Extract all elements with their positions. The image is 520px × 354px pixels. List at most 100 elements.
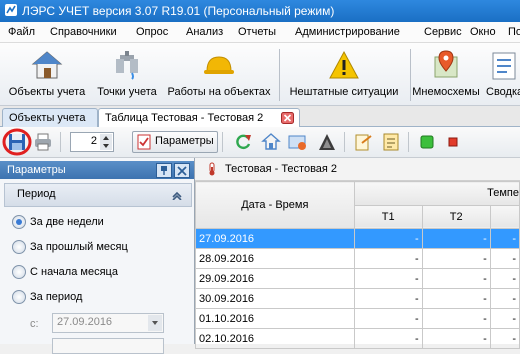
save-icon[interactable] [6,131,28,153]
app-icon [5,4,17,16]
table-row[interactable]: 27.09.2016 - - - [195,228,520,249]
close-panel-icon[interactable] [174,163,190,178]
cell-t2: - [421,268,491,289]
column-header-t1[interactable]: T1 [353,204,423,229]
column-group-header: Темпе [353,181,520,206]
map-pin-icon [434,50,458,78]
from-date-field[interactable]: 27.09.2016 [52,313,164,333]
start-icon[interactable] [416,131,438,153]
radio-two-weeks-label[interactable]: За две недели [30,216,104,228]
works-button[interactable]: Работы на объектах [164,45,274,103]
parameters-panel-title: Параметры [7,164,66,176]
table-row[interactable]: 29.09.2016 - - - [195,268,520,289]
menu-bar: Файл Справочники Опрос Анализ Отчеты Адм… [0,22,520,43]
depth-spinner[interactable]: 2 [70,132,114,152]
to-date-field[interactable] [52,338,164,354]
tab-table-label: Таблица Тестовая - Тестовая 2 [105,112,264,124]
cell-t1: - [353,248,423,269]
export-icon[interactable] [352,131,374,153]
menu-poll[interactable]: Опрос [136,26,168,38]
cell-date: 29.09.2016 [195,268,355,289]
menu-help[interactable]: По [508,26,520,38]
params-button[interactable]: Параметры [132,131,218,153]
thermometer-icon [209,162,215,176]
table-toolbar: 2 Параметры [0,127,520,158]
points-button[interactable]: Точки учета [92,45,162,103]
cell-date: 01.10.2016 [195,308,355,329]
toolbar-separator [60,132,61,152]
menu-service[interactable]: Сервис [424,26,462,38]
cell-t1: - [353,328,423,349]
cell-t1: - [353,268,423,289]
print-icon[interactable] [32,131,54,153]
objects-label: Объекты учета [8,86,86,98]
tap-icon [116,51,138,80]
period-group-label: Период [17,188,56,200]
chart-icon[interactable] [316,131,338,153]
parameters-panel-header: Параметры [0,161,194,179]
table-settings-icon[interactable] [380,131,402,153]
cell-t1: - [353,288,423,309]
radio-last-month-label[interactable]: За прошлый месяц [30,241,128,253]
title-bar: ЛЭРС УЧЕТ версия 3.07 R19.01 (Персональн… [0,0,520,22]
menu-reports[interactable]: Отчеты [238,26,276,38]
menu-window[interactable]: Окно [470,26,496,38]
params-label: Параметры [155,135,214,147]
menu-administration[interactable]: Администрирование [295,26,400,38]
refresh-icon[interactable] [232,131,254,153]
toolbar-separator [344,132,345,152]
cell-t3: - [489,328,520,349]
object-link-icon[interactable] [286,131,308,153]
parameters-panel: Параметры Период За две недели За прошлы… [0,158,195,354]
close-tab-icon[interactable] [281,112,294,124]
table-row[interactable]: 28.09.2016 - - - [195,248,520,269]
cell-date: 02.10.2016 [195,328,355,349]
cell-t3: - [489,248,520,269]
menu-references[interactable]: Справочники [50,26,117,38]
tab-objects-label: Объекты учета [9,112,86,124]
cell-date: 30.09.2016 [195,288,355,309]
radio-month-start-label[interactable]: С начала месяца [30,266,118,278]
radio-period[interactable] [12,286,26,310]
chevron-up-icon[interactable] [171,190,183,200]
tab-strip: Объекты учета Таблица Тестовая - Тестова… [0,106,520,128]
column-header-t2[interactable]: T2 [421,204,491,229]
menu-file[interactable]: Файл [8,26,35,38]
cell-t3: - [489,308,520,329]
radio-period-label[interactable]: За период [30,291,82,303]
menu-analysis[interactable]: Анализ [186,26,223,38]
table-row[interactable]: 01.10.2016 - - - [195,308,520,329]
hardhat-icon [204,56,234,74]
cell-t2: - [421,288,491,309]
mnemo-button[interactable]: Мнемосхемы [412,45,480,103]
table-row[interactable]: 30.09.2016 - - - [195,288,520,309]
from-label: с: [30,318,39,330]
radio-circle [12,240,26,254]
column-header-datetime[interactable]: Дата - Время [195,181,355,229]
tab-objects[interactable]: Объекты учета [2,108,98,127]
column-header-extra [489,204,520,229]
table-title-bar: Тестовая - Тестовая 2 [195,158,520,181]
points-label: Точки учета [97,86,157,98]
chevron-down-icon[interactable] [148,315,162,331]
summary-button[interactable]: Сводка [482,45,520,103]
radio-two-weeks[interactable] [12,211,26,235]
table-row[interactable]: 02.10.2016 - - - [195,328,520,349]
tab-table[interactable]: Таблица Тестовая - Тестовая 2 [98,108,300,128]
summary-icon [492,52,516,80]
incidents-button[interactable]: Нештатные ситуации [284,45,404,103]
objects-button[interactable]: Объекты учета [2,45,92,103]
cell-t2: - [421,228,491,249]
radio-month-start[interactable] [12,261,26,285]
pin-icon[interactable] [156,163,172,178]
toolbar-separator [222,132,223,152]
stop-icon[interactable] [442,131,464,153]
checklist-icon [137,134,151,150]
summary-label: Сводка [486,86,520,98]
home-icon[interactable] [260,131,282,153]
period-group-header[interactable]: Период [4,183,192,207]
radio-last-month[interactable] [12,236,26,260]
spinner-arrows-icon[interactable] [100,134,112,150]
toolbar-separator [279,49,280,101]
cell-t1: - [353,228,423,249]
